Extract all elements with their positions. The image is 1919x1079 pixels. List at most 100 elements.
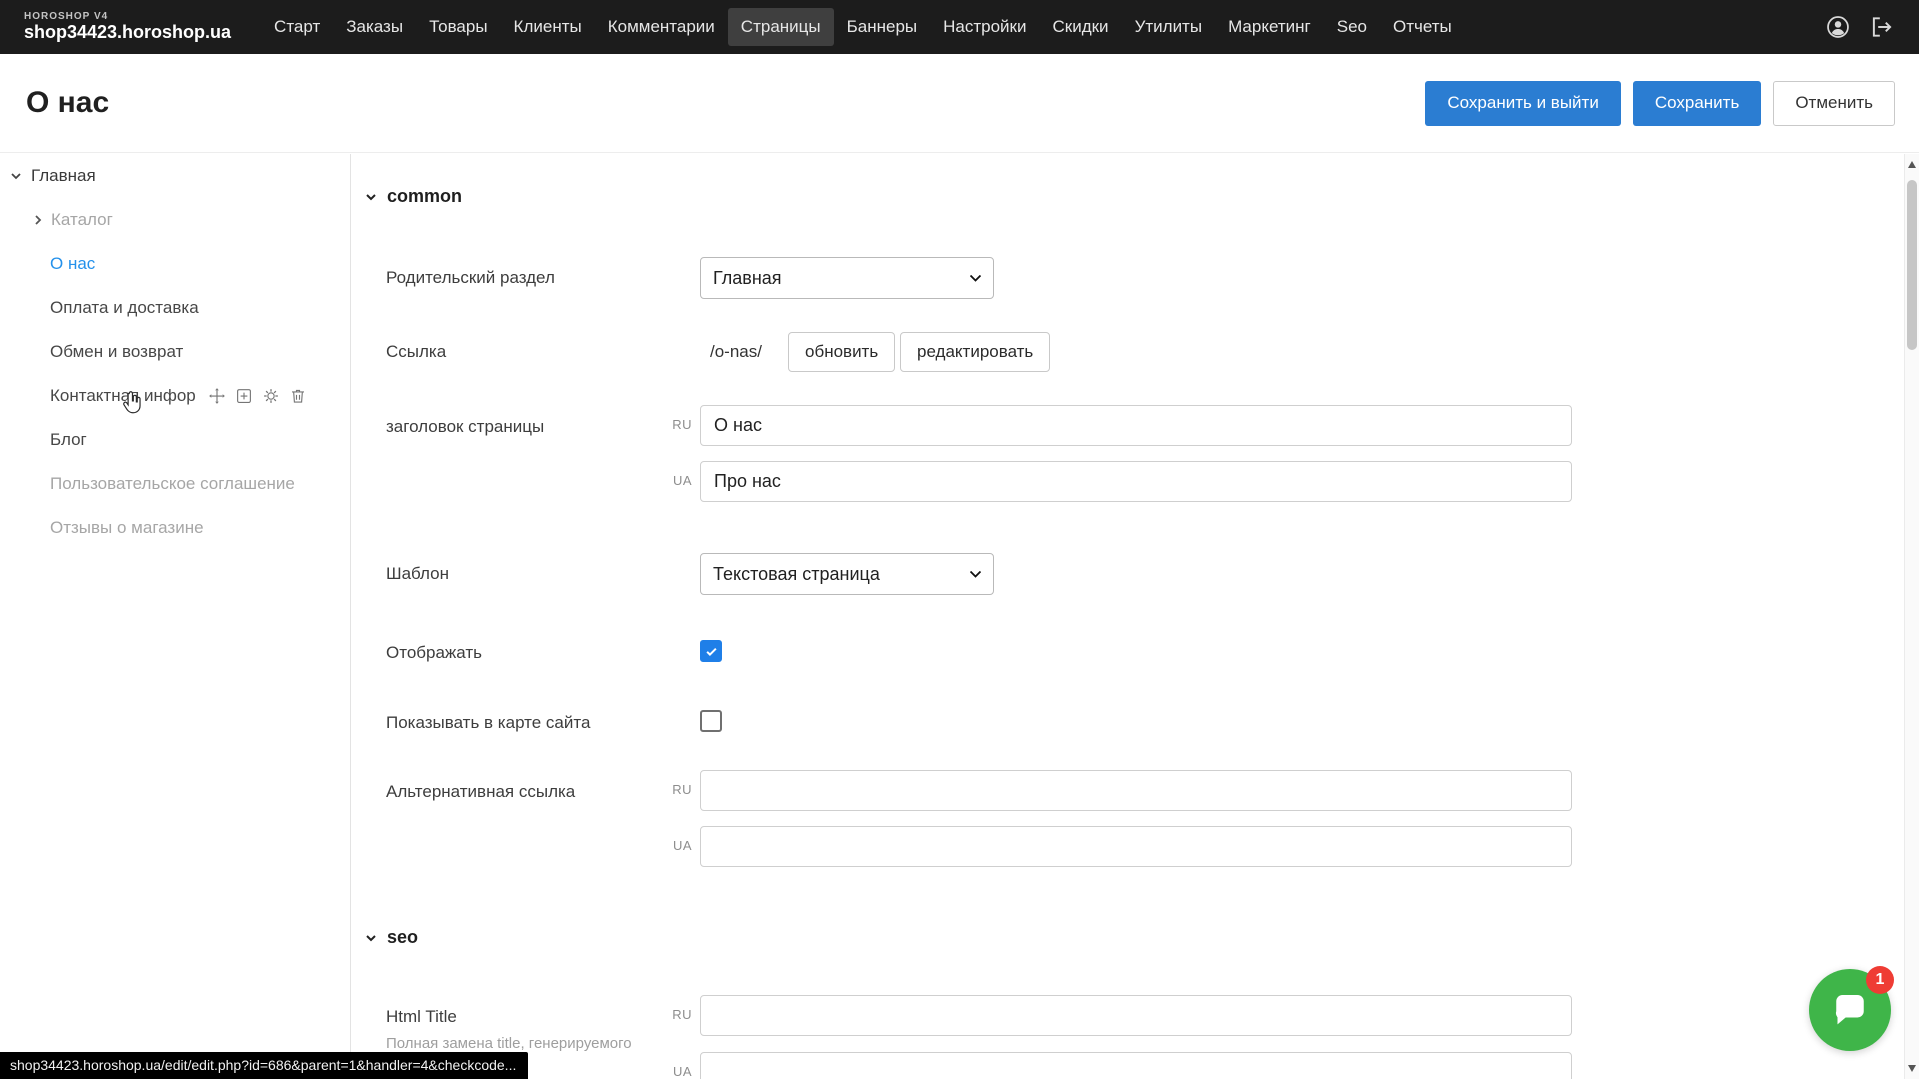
chevron-down-icon: [970, 275, 981, 282]
page-edit-form: common Родительский раздел Главная Ссылк…: [352, 154, 1904, 1079]
display-checkbox[interactable]: [700, 640, 722, 662]
page-title: О нас: [26, 86, 109, 120]
lang-badge-ua: UA: [652, 1064, 692, 1079]
sidebar-item-label: Блог: [50, 430, 87, 450]
nav-items: Старт Заказы Товары Клиенты Комментарии …: [261, 8, 1465, 46]
pages-tree-sidebar: Главная Каталог О нас Оплата и доставка …: [0, 154, 351, 1079]
template-label: Шаблон: [386, 564, 449, 584]
sidebar-root-label: Главная: [31, 166, 96, 186]
html-title-hint: Полная замена title, генерируемого: [386, 1035, 686, 1052]
template-select[interactable]: Текстовая страница: [700, 553, 994, 595]
scroll-up-arrow-icon[interactable]: [1908, 161, 1916, 168]
sidebar-item-contact[interactable]: Контактная инфор: [0, 374, 350, 418]
link-path: /o-nas/: [710, 342, 762, 362]
parent-section-select[interactable]: Главная: [700, 257, 994, 299]
nav-item-settings[interactable]: Настройки: [930, 8, 1039, 46]
save-button[interactable]: Сохранить: [1633, 81, 1761, 126]
chat-bubble-icon: [1830, 990, 1870, 1030]
alt-link-ua-input[interactable]: [700, 826, 1572, 867]
chevron-right-icon: [32, 214, 44, 226]
nav-item-banners[interactable]: Баннеры: [834, 8, 931, 46]
section-seo[interactable]: seo: [365, 927, 418, 948]
top-navigation: HOROSHOP V4 shop34423.horoshop.ua Старт …: [0, 0, 1919, 54]
sidebar-item-label: Отзывы о магазине: [50, 518, 204, 538]
alt-link-label: Альтернативная ссылка: [386, 782, 575, 802]
nav-item-discounts[interactable]: Скидки: [1039, 8, 1121, 46]
sitemap-checkbox[interactable]: [700, 710, 722, 732]
sidebar-item-label: О нас: [50, 254, 95, 274]
page-title-ua-input[interactable]: [700, 461, 1572, 502]
sitemap-label: Показывать в карте сайта: [386, 713, 590, 733]
sidebar-item-reviews[interactable]: Отзывы о магазине: [0, 506, 350, 550]
tree-item-actions: [208, 387, 307, 405]
chat-widget-button[interactable]: 1: [1809, 969, 1891, 1051]
nav-item-comments[interactable]: Комментарии: [595, 8, 728, 46]
chevron-down-icon: [365, 932, 377, 944]
template-value: Текстовая страница: [713, 564, 880, 585]
display-label: Отображать: [386, 643, 482, 663]
page-header: О нас Сохранить и выйти Сохранить Отмени…: [0, 54, 1919, 153]
html-title-ru-input[interactable]: [700, 995, 1572, 1036]
page-title-ru-input[interactable]: [700, 405, 1572, 446]
lang-badge-ru: RU: [652, 782, 692, 797]
link-update-button[interactable]: обновить: [788, 332, 895, 372]
nav-item-marketing[interactable]: Маркетинг: [1215, 8, 1324, 46]
sidebar-item-label: Обмен и возврат: [50, 342, 183, 362]
lang-badge-ru: RU: [652, 417, 692, 432]
alt-link-ru-input[interactable]: [700, 770, 1572, 811]
chat-unread-badge: 1: [1866, 966, 1894, 994]
nav-item-orders[interactable]: Заказы: [333, 8, 416, 46]
drag-icon[interactable]: [208, 387, 226, 405]
nav-item-pages[interactable]: Страницы: [728, 8, 834, 46]
chevron-down-icon: [970, 571, 981, 578]
nav-item-products[interactable]: Товары: [416, 8, 500, 46]
page-title-label: заголовок страницы: [386, 417, 544, 437]
parent-section-label: Родительский раздел: [386, 268, 555, 288]
nav-item-utilities[interactable]: Утилиты: [1122, 8, 1216, 46]
header-buttons: Сохранить и выйти Сохранить Отменить: [1425, 81, 1895, 126]
section-common[interactable]: common: [365, 186, 462, 207]
sidebar-item-payment[interactable]: Оплата и доставка: [0, 286, 350, 330]
nav-right-icons: [1825, 14, 1895, 40]
section-common-label: common: [387, 186, 462, 207]
sidebar-item-catalog[interactable]: Каталог: [0, 198, 350, 242]
add-icon[interactable]: [235, 387, 253, 405]
html-title-ua-input[interactable]: [700, 1052, 1572, 1079]
chevron-down-icon: [365, 191, 377, 203]
html-title-label: Html Title: [386, 1007, 457, 1027]
check-icon: [704, 644, 719, 659]
link-label: Ссылка: [386, 342, 446, 362]
link-edit-button[interactable]: редактировать: [900, 332, 1050, 372]
lang-badge-ru: RU: [652, 1007, 692, 1022]
delete-icon[interactable]: [289, 387, 307, 405]
sidebar-item-agreement[interactable]: Пользовательское соглашение: [0, 462, 350, 506]
parent-section-value: Главная: [713, 268, 782, 289]
settings-icon[interactable]: [262, 387, 280, 405]
sidebar-item-label: Каталог: [51, 210, 113, 230]
link-preview-statusbar: shop34423.horoshop.ua/edit/edit.php?id=6…: [0, 1052, 528, 1079]
scroll-down-arrow-icon[interactable]: [1908, 1065, 1916, 1072]
sidebar-item-blog[interactable]: Блог: [0, 418, 350, 462]
brand-block[interactable]: HOROSHOP V4 shop34423.horoshop.ua: [24, 12, 231, 41]
lang-badge-ua: UA: [652, 838, 692, 853]
page: HOROSHOP V4 shop34423.horoshop.ua Старт …: [0, 0, 1919, 1079]
cancel-button[interactable]: Отменить: [1773, 81, 1895, 126]
nav-item-reports[interactable]: Отчеты: [1380, 8, 1465, 46]
lang-badge-ua: UA: [652, 473, 692, 488]
logout-icon[interactable]: [1869, 14, 1895, 40]
nav-item-seo[interactable]: Seo: [1324, 8, 1380, 46]
sidebar-item-home[interactable]: Главная: [0, 154, 350, 198]
sidebar-item-label: Оплата и доставка: [50, 298, 199, 318]
sidebar-item-about[interactable]: О нас: [0, 242, 350, 286]
section-seo-label: seo: [387, 927, 418, 948]
sidebar-item-label: Пользовательское соглашение: [50, 474, 295, 494]
save-and-exit-button[interactable]: Сохранить и выйти: [1425, 81, 1620, 126]
nav-item-start[interactable]: Старт: [261, 8, 333, 46]
sidebar-item-exchange[interactable]: Обмен и возврат: [0, 330, 350, 374]
account-icon[interactable]: [1825, 14, 1851, 40]
nav-item-clients[interactable]: Клиенты: [501, 8, 595, 46]
vertical-scrollbar[interactable]: [1904, 154, 1919, 1079]
brand-domain: shop34423.horoshop.ua: [24, 23, 231, 42]
sidebar-item-label: Контактная инфор: [50, 386, 196, 406]
scrollbar-thumb[interactable]: [1907, 180, 1917, 350]
